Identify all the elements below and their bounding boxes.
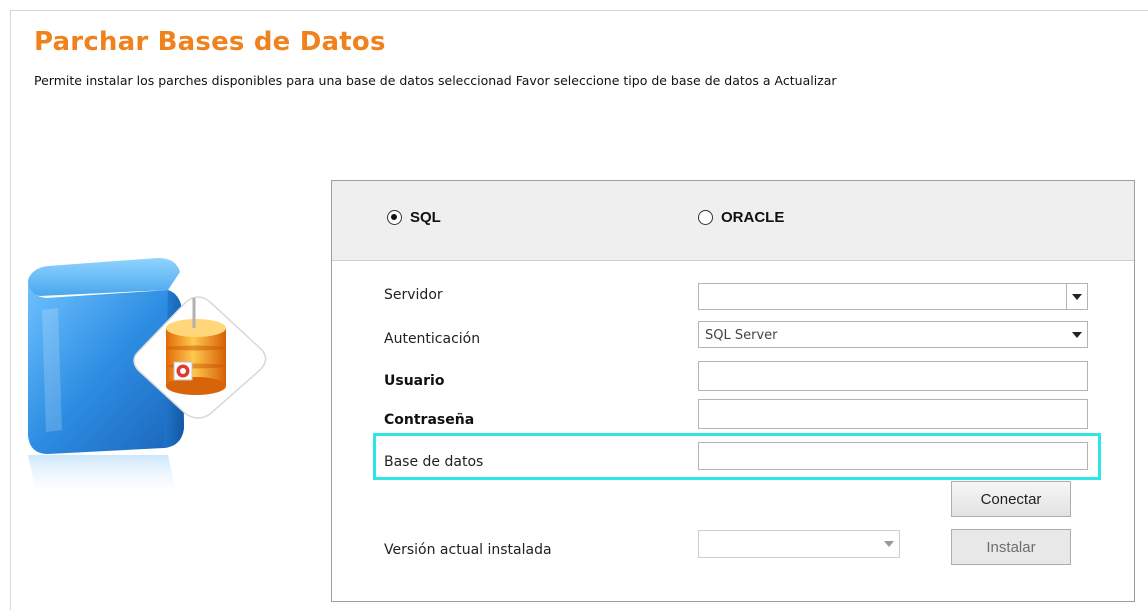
radio-oracle[interactable]: ORACLE <box>698 209 784 226</box>
autenticacion-label: Autenticación <box>384 331 481 347</box>
connection-panel: SQL ORACLE Servidor Autenticación SQL Se… <box>331 180 1135 602</box>
chevron-down-icon[interactable] <box>879 531 899 557</box>
database-patch-icon <box>128 290 278 420</box>
page-title: Parchar Bases de Datos <box>34 27 386 57</box>
usuario-input[interactable] <box>698 361 1088 391</box>
chevron-down-icon[interactable] <box>1066 284 1087 309</box>
radio-sql-label: SQL <box>410 209 441 226</box>
servidor-select[interactable] <box>698 283 1088 310</box>
page-subtitle: Permite instalar los parches disponibles… <box>34 73 837 88</box>
autenticacion-value: SQL Server <box>705 328 778 343</box>
servidor-label: Servidor <box>384 287 443 303</box>
radio-unselected-icon <box>698 210 713 225</box>
base-datos-input[interactable] <box>698 442 1088 470</box>
database-type-selector: SQL ORACLE <box>332 181 1134 261</box>
radio-oracle-label: ORACLE <box>721 209 785 226</box>
conectar-button[interactable]: Conectar <box>951 481 1071 517</box>
instalar-button[interactable]: Instalar <box>951 529 1071 565</box>
radio-sql[interactable]: SQL <box>387 209 441 226</box>
version-select[interactable] <box>698 530 900 558</box>
contrasena-label: Contraseña <box>384 412 475 428</box>
radio-selected-icon <box>387 210 402 225</box>
chevron-down-icon[interactable] <box>1067 322 1087 347</box>
version-label: Versión actual instalada <box>384 542 552 558</box>
base-datos-label: Base de datos <box>384 454 484 470</box>
usuario-label: Usuario <box>384 373 445 389</box>
contrasena-input[interactable] <box>698 399 1088 429</box>
autenticacion-select[interactable]: SQL Server <box>698 321 1088 348</box>
